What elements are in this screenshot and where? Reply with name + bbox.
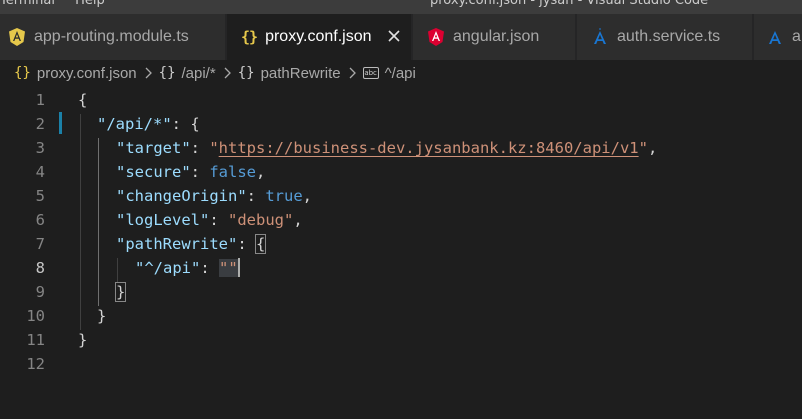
angular-file-icon [9,28,25,46]
tab-label: angular.json [453,28,540,45]
json-braces-icon: {} [14,65,31,81]
menu-bar: Terminal Help [0,0,121,8]
matching-bracket-highlight: } [114,282,127,302]
line-number: 2 [35,115,45,133]
code-line: 5 "changeOrigin": true, [0,184,802,208]
breadcrumb-item-label: /api/* [181,64,216,82]
line-number: 7 [35,235,45,253]
code-editor[interactable]: 1 { 2 "/api/*": { 3 "target": "https://b… [0,86,802,419]
object-braces-icon: {} [158,65,176,81]
angular-service-icon [594,28,606,44]
code-line: 6 "logLevel": "debug", [0,208,802,232]
title-bar: Terminal Help proxy.conf.json - jysan - … [0,0,802,14]
line-content: } [114,280,127,304]
line-number: 6 [35,211,45,229]
line-number: 5 [35,187,45,205]
text-cursor [237,258,240,277]
selected-string: "" [219,259,238,277]
code-line: 12 [0,352,802,376]
line-number: 8 [35,259,45,277]
object-braces-icon: {} [237,65,255,81]
code-line: 4 "secure": false, [0,160,802,184]
line-content: } [97,307,107,325]
code-line: 2 "/api/*": { [0,112,802,136]
line-content: "target": "https://business-dev.jysanban… [116,139,658,157]
breadcrumb-item-api[interactable]: {} /api/* [159,65,216,82]
string-abc-icon: abc [362,67,379,79]
target-url-link[interactable]: https://business-dev.jysanbank.kz:8460/a… [219,139,639,157]
tab-label: proxy.conf.json [265,28,372,45]
line-content: "changeOrigin": true, [116,187,312,205]
chevron-right-icon [349,67,356,79]
breadcrumb-item-label: pathRewrite [260,64,341,82]
breadcrumb-item-label: ^/api [384,64,416,82]
line-content: "/api/*": { [97,115,200,133]
code-line: 11 } [0,328,802,352]
tab-auth-service[interactable]: auth.service.ts [577,14,753,60]
matching-bracket-highlight: { [254,234,267,254]
code-line: 10 } [0,304,802,328]
line-content: { [78,91,88,109]
tab-proxy-conf-json[interactable]: {} proxy.conf.json [227,14,412,60]
line-number: 10 [26,307,45,325]
angular-service-icon [769,31,781,44]
code-line: 9 } [0,280,802,304]
tab-app-routing-module[interactable]: app-routing.module.ts [0,14,226,60]
tab-label: app-routing.module.ts [34,28,189,45]
tab-overflow[interactable]: a [754,14,802,60]
line-content: "secure": false, [116,163,266,181]
line-number: 3 [35,139,45,157]
close-icon[interactable] [385,27,403,45]
code-line-current: 8 "^/api": "" [0,256,802,280]
breadcrumb: {} proxy.conf.json {} /api/* {} pathRewr… [0,60,802,86]
breadcrumb-file[interactable]: {} proxy.conf.json [14,65,137,82]
menu-item-terminal[interactable]: Terminal [0,0,55,8]
line-content: "logLevel": "debug", [116,211,303,229]
line-number: 11 [26,331,45,349]
code-line: 1 { [0,88,802,112]
breadcrumb-item-api-rewrite[interactable]: abc ^/api [362,64,416,82]
breadcrumb-file-label: proxy.conf.json [36,64,137,82]
line-content: "^/api": "" [135,258,240,277]
line-number: 1 [35,91,45,109]
chevron-right-icon [224,67,231,79]
window-title: proxy.conf.json - jysan - Visual Studio … [430,0,709,8]
breadcrumb-item-pathrewrite[interactable]: {} pathRewrite [238,65,341,82]
tab-angular-json[interactable]: angular.json [413,14,576,60]
line-number: 12 [26,355,45,373]
line-number: 9 [35,283,45,301]
tab-label: auth.service.ts [617,28,721,45]
line-content: "pathRewrite": { [116,234,267,254]
code-line: 3 "target": "https://business-dev.jysanb… [0,136,802,160]
line-content: } [78,331,88,349]
tab-label: a [792,28,801,45]
code-line: 7 "pathRewrite": { [0,232,802,256]
chevron-right-icon [145,67,152,79]
editor-tab-bar: app-routing.module.ts {} proxy.conf.json… [0,14,802,60]
menu-item-help[interactable]: Help [75,0,105,8]
angular-logo-icon [428,28,444,46]
json-braces-icon: {} [241,28,258,46]
line-number: 4 [35,163,45,181]
